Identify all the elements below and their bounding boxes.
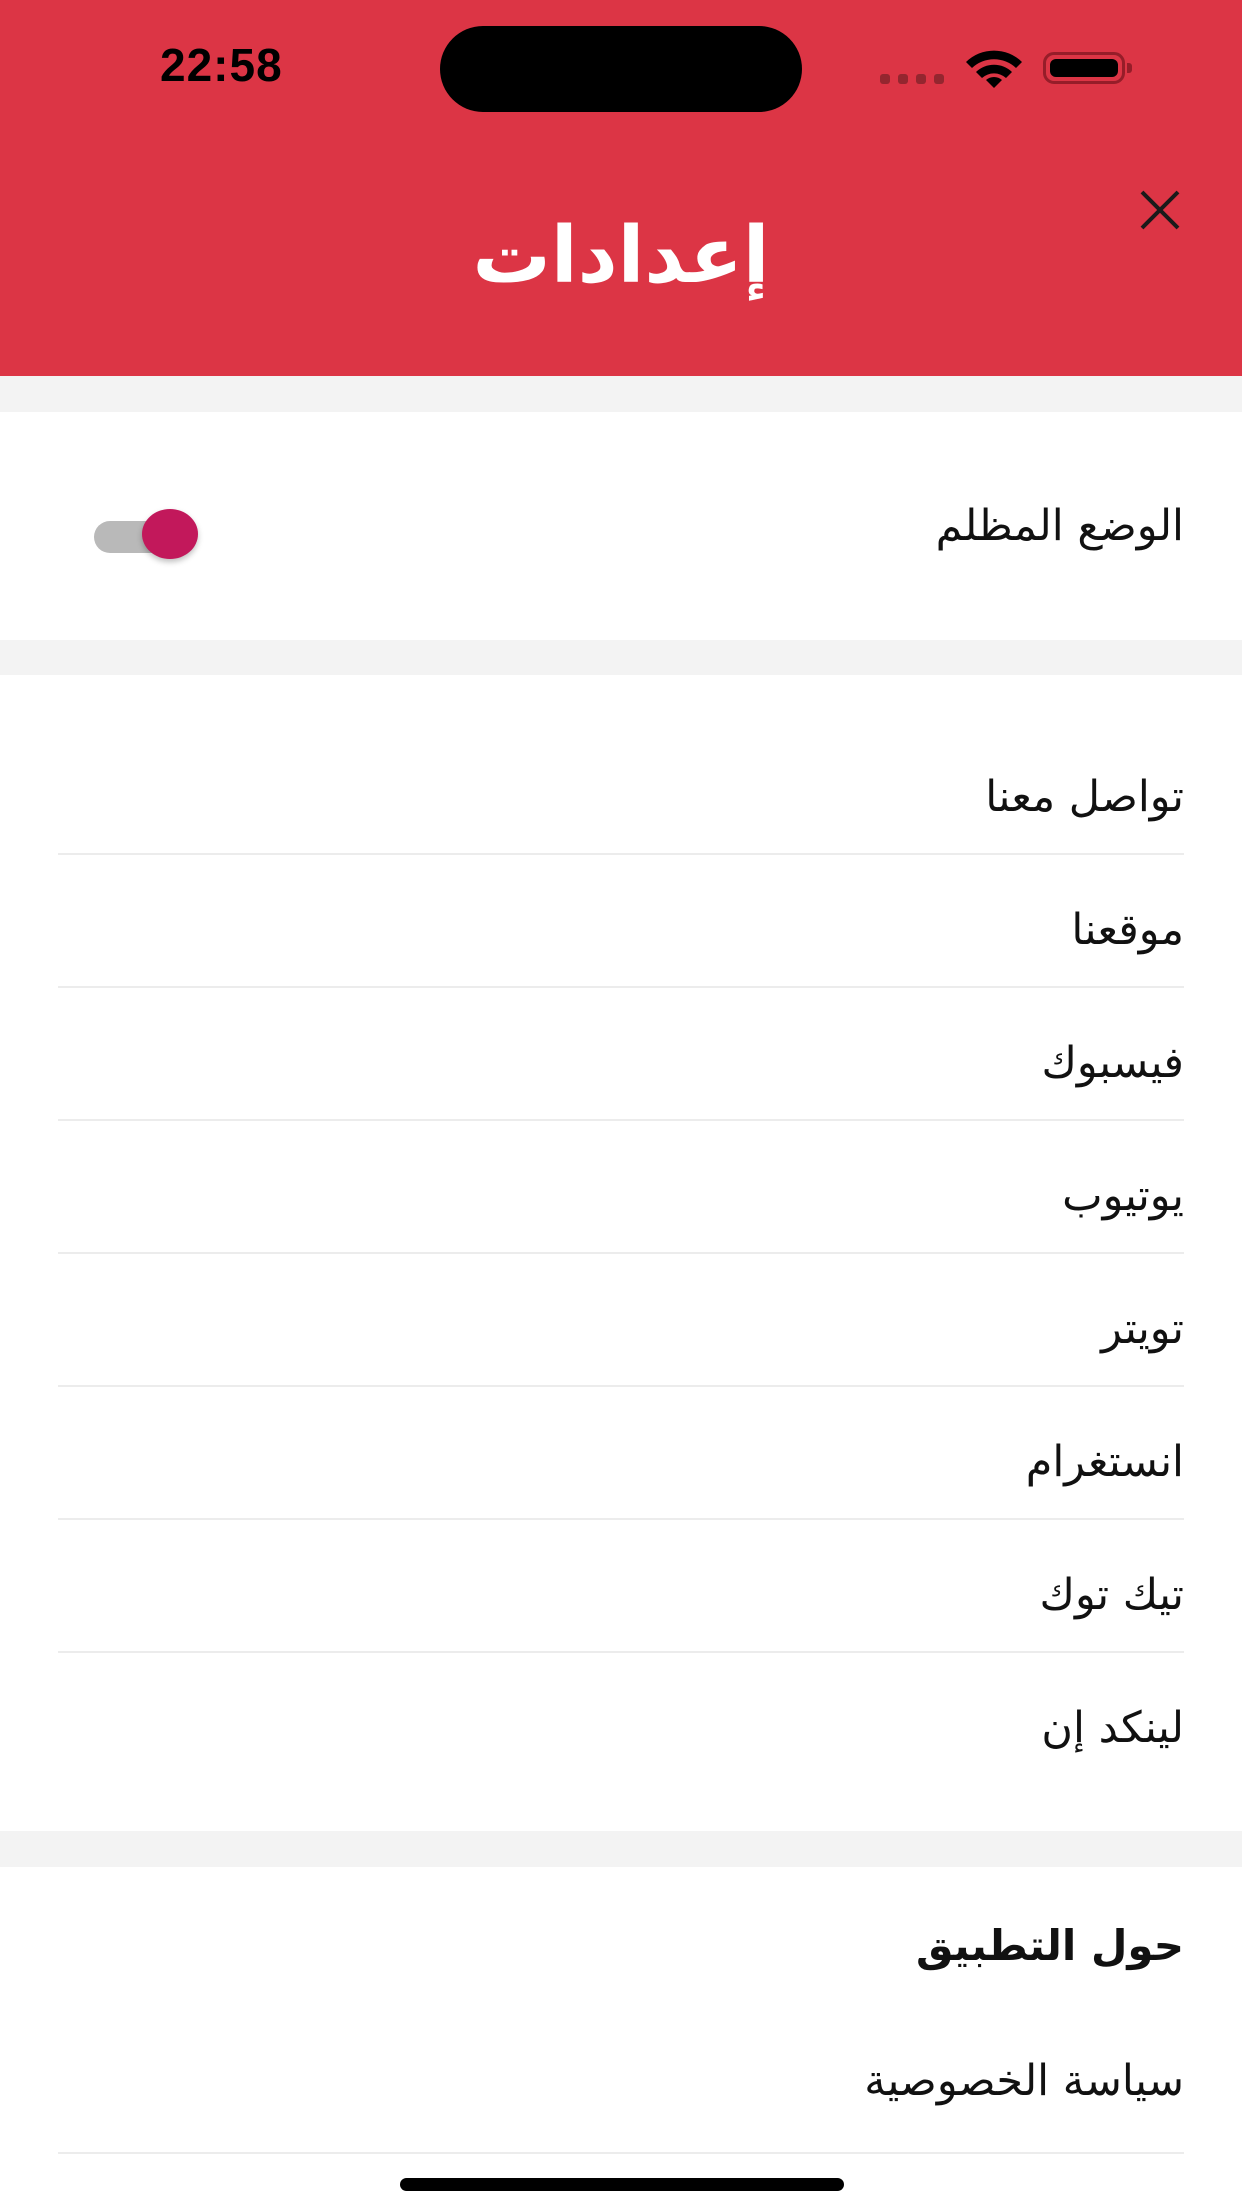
list-item-contact[interactable]: تواصل معنا (58, 731, 1184, 863)
about-card: حول التطبيق سياسة الخصوصية (0, 1867, 1242, 2208)
divider (58, 1651, 1184, 1653)
list-item-label: يوتيوب (1062, 1171, 1184, 1221)
list-item-twitter[interactable]: تويتر (58, 1263, 1184, 1395)
divider (58, 1385, 1184, 1387)
battery-icon (1043, 52, 1132, 84)
toggle-knob (142, 509, 198, 559)
links-card: تواصل معنا موقعنا فيسبوك يوتيوب تويتر ان… (0, 675, 1242, 1831)
divider (58, 1518, 1184, 1520)
cellular-signal-icon (880, 74, 944, 84)
list-item-website[interactable]: موقعنا (58, 864, 1184, 996)
dark-mode-toggle[interactable] (94, 507, 200, 559)
divider (58, 1119, 1184, 1121)
list-item-label: موقعنا (1071, 905, 1184, 955)
list-item-facebook[interactable]: فيسبوك (58, 997, 1184, 1129)
divider (58, 853, 1184, 855)
dark-mode-row: الوضع المظلم (58, 460, 1184, 592)
list-item-tiktok[interactable]: تيك توك (58, 1529, 1184, 1661)
list-item-label: لينكد إن (1041, 1703, 1184, 1753)
list-item-label: سياسة الخصوصية (864, 2056, 1184, 2106)
dark-mode-label: الوضع المظلم (935, 501, 1184, 551)
about-section-title: حول التطبيق (58, 1885, 1184, 2005)
list-item-label: انستغرام (1025, 1437, 1184, 1487)
list-item-privacy-policy[interactable]: سياسة الخصوصية (58, 2021, 1184, 2141)
app-header: 22:58 إعدادات (0, 0, 1242, 376)
home-indicator[interactable] (400, 2178, 844, 2191)
list-item-youtube[interactable]: يوتيوب (58, 1130, 1184, 1262)
about-title-text: حول التطبيق (915, 1920, 1184, 1970)
list-item-linkedin[interactable]: لينكد إن (58, 1662, 1184, 1794)
list-item-label: تيك توك (1039, 1570, 1184, 1620)
divider (58, 1252, 1184, 1254)
list-item-instagram[interactable]: انستغرام (58, 1396, 1184, 1528)
dynamic-island (440, 26, 802, 112)
page-title: إعدادات (472, 211, 770, 301)
status-time: 22:58 (160, 39, 283, 91)
wifi-icon (966, 50, 1022, 88)
list-item-label: فيسبوك (1041, 1038, 1184, 1088)
divider (58, 2152, 1184, 2154)
divider (58, 986, 1184, 988)
list-item-label: تويتر (1101, 1304, 1184, 1354)
list-item-label: تواصل معنا (985, 772, 1184, 822)
